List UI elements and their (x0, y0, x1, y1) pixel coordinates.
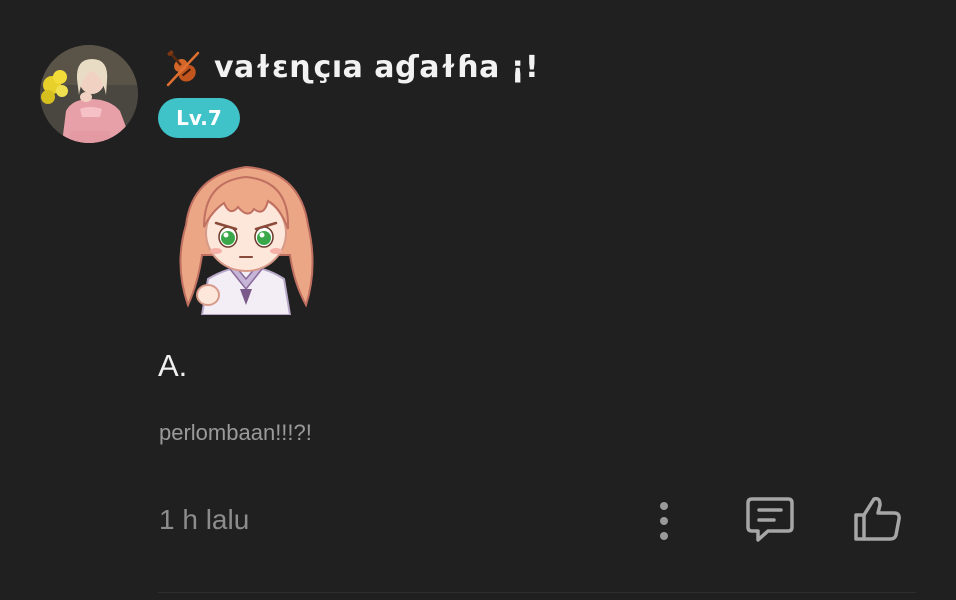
level-text: Lv.7 (176, 106, 222, 130)
author-name-text: vaɫɛɳçıa aɠaɫɦa ¡! (214, 49, 540, 85)
divider (158, 592, 916, 593)
thumbs-up-icon (854, 496, 901, 541)
violin-emoji-icon (160, 45, 204, 89)
comment-button[interactable] (744, 493, 796, 545)
post-title: A. (158, 348, 188, 383)
avatar-photo (40, 45, 138, 143)
anime-girl-sticker (168, 155, 323, 316)
author-avatar[interactable] (40, 45, 138, 143)
level-badge: Lv.7 (158, 98, 240, 138)
comment-icon (746, 497, 794, 542)
post-timestamp: 1 h lalu (159, 504, 250, 535)
more-options-button[interactable] (644, 497, 684, 543)
more-vertical-icon (660, 502, 668, 540)
like-button[interactable] (850, 493, 904, 545)
author-name[interactable]: vaɫɛɳçıa aɠaɫɦa ¡! (160, 42, 539, 92)
post-body: perlombaan!!!?! (159, 420, 312, 445)
